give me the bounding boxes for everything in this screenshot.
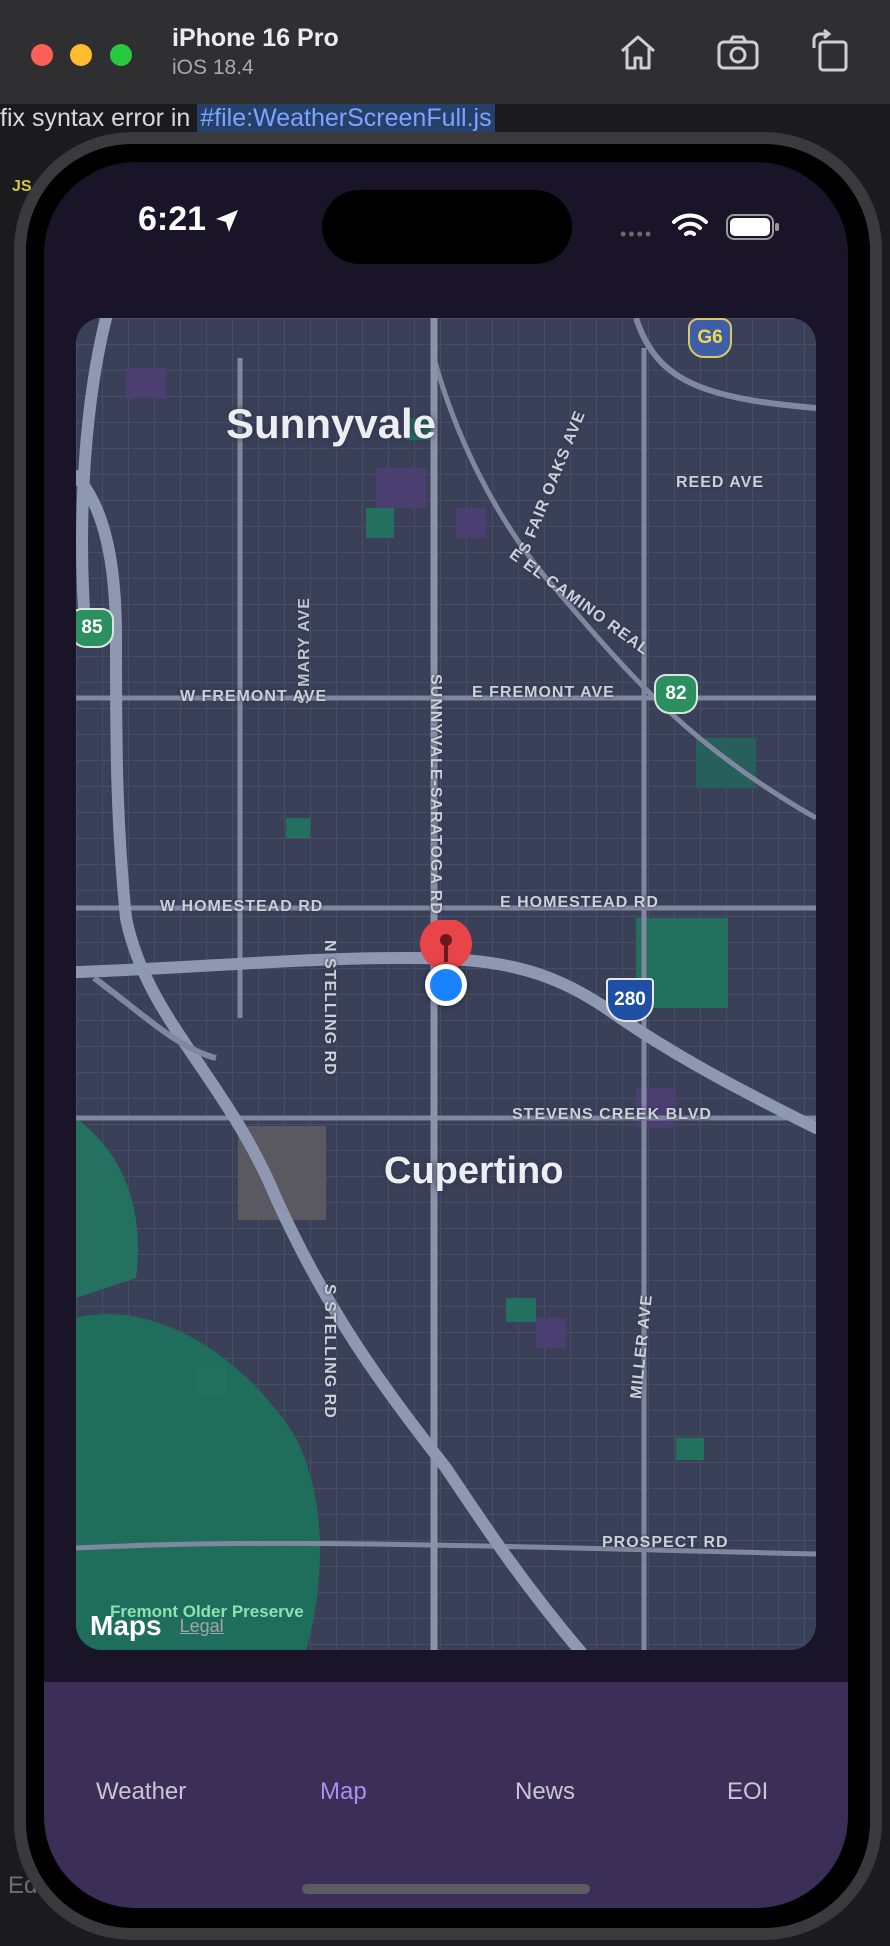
tab-weather[interactable]: Weather [96,1778,186,1806]
home-indicator[interactable] [302,1884,590,1894]
dynamic-island [322,190,572,264]
screenshot-icon[interactable] [714,28,762,76]
street-label-prospect-rd: PROSPECT RD [602,1534,729,1551]
route-shield-g6: G6 [688,318,732,358]
street-label-w-homestead-rd: W HOMESTEAD RD [160,898,324,915]
street-label-w-fremont-ave: W FREMONT AVE [180,688,328,705]
phone-screen: 6:21 •••• REED AVE S MARY AVE SUNNYVALE-… [44,162,848,1908]
status-time: 6:21 [138,200,207,238]
legal-link[interactable]: Legal [180,1616,224,1637]
map-view[interactable]: REED AVE S MARY AVE SUNNYVALE-SARATOGA R… [76,318,816,1650]
street-label-s-stelling-rd: S STELLING RD [321,1284,338,1419]
rotate-icon[interactable] [806,28,854,76]
close-window-button[interactable] [31,44,53,66]
street-label-e-homestead-rd: E HOMESTEAD RD [500,894,659,911]
wifi-icon [672,213,708,236]
user-location-dot [425,964,467,1006]
battery-icon [726,214,779,240]
home-icon[interactable] [614,28,662,76]
tab-map[interactable]: Map [320,1778,367,1806]
zoom-window-button[interactable] [110,44,132,66]
file-reference[interactable]: #file:WeatherScreenFull.js [197,104,495,132]
street-label-reed-ave: REED AVE [676,474,765,491]
street-label-e-fremont-ave: E FREMONT AVE [472,684,615,701]
tab-news[interactable]: News [515,1778,575,1806]
minimize-window-button[interactable] [70,44,92,66]
editor-prompt-text: fix syntax error in [0,104,198,132]
route-shield-280: 280 [606,978,654,1022]
cellular-signal-icon: •••• [620,224,654,244]
street-label-stevens-creek-blvd: STEVENS CREEK BLVD [512,1106,712,1123]
route-shield-82: 82 [654,674,698,714]
tab-bar: Weather Map News EOI [44,1682,848,1908]
location-arrow-icon [216,210,238,232]
street-label-sunnyvale-saratoga-rd: SUNNYVALE-SARATOGA RD [427,674,444,915]
os-version: iOS 18.4 [172,56,254,79]
apple-maps-logo: Maps [90,1610,162,1641]
editor-prompt: fix syntax error in #file:WeatherScreenF… [0,104,495,133]
route-shield-85: 85 [76,608,114,648]
maps-attribution: Maps Legal [90,1610,224,1642]
street-label-n-stelling-rd: N STELLING RD [321,940,338,1076]
city-label-cupertino: Cupertino [384,1150,564,1192]
city-label-sunnyvale: Sunnyvale [226,400,437,447]
simulator-title-bar: iPhone 16 Pro iOS 18.4 [0,0,890,105]
device-name: iPhone 16 Pro [172,24,339,52]
tab-eoi[interactable]: EOI [727,1778,768,1806]
